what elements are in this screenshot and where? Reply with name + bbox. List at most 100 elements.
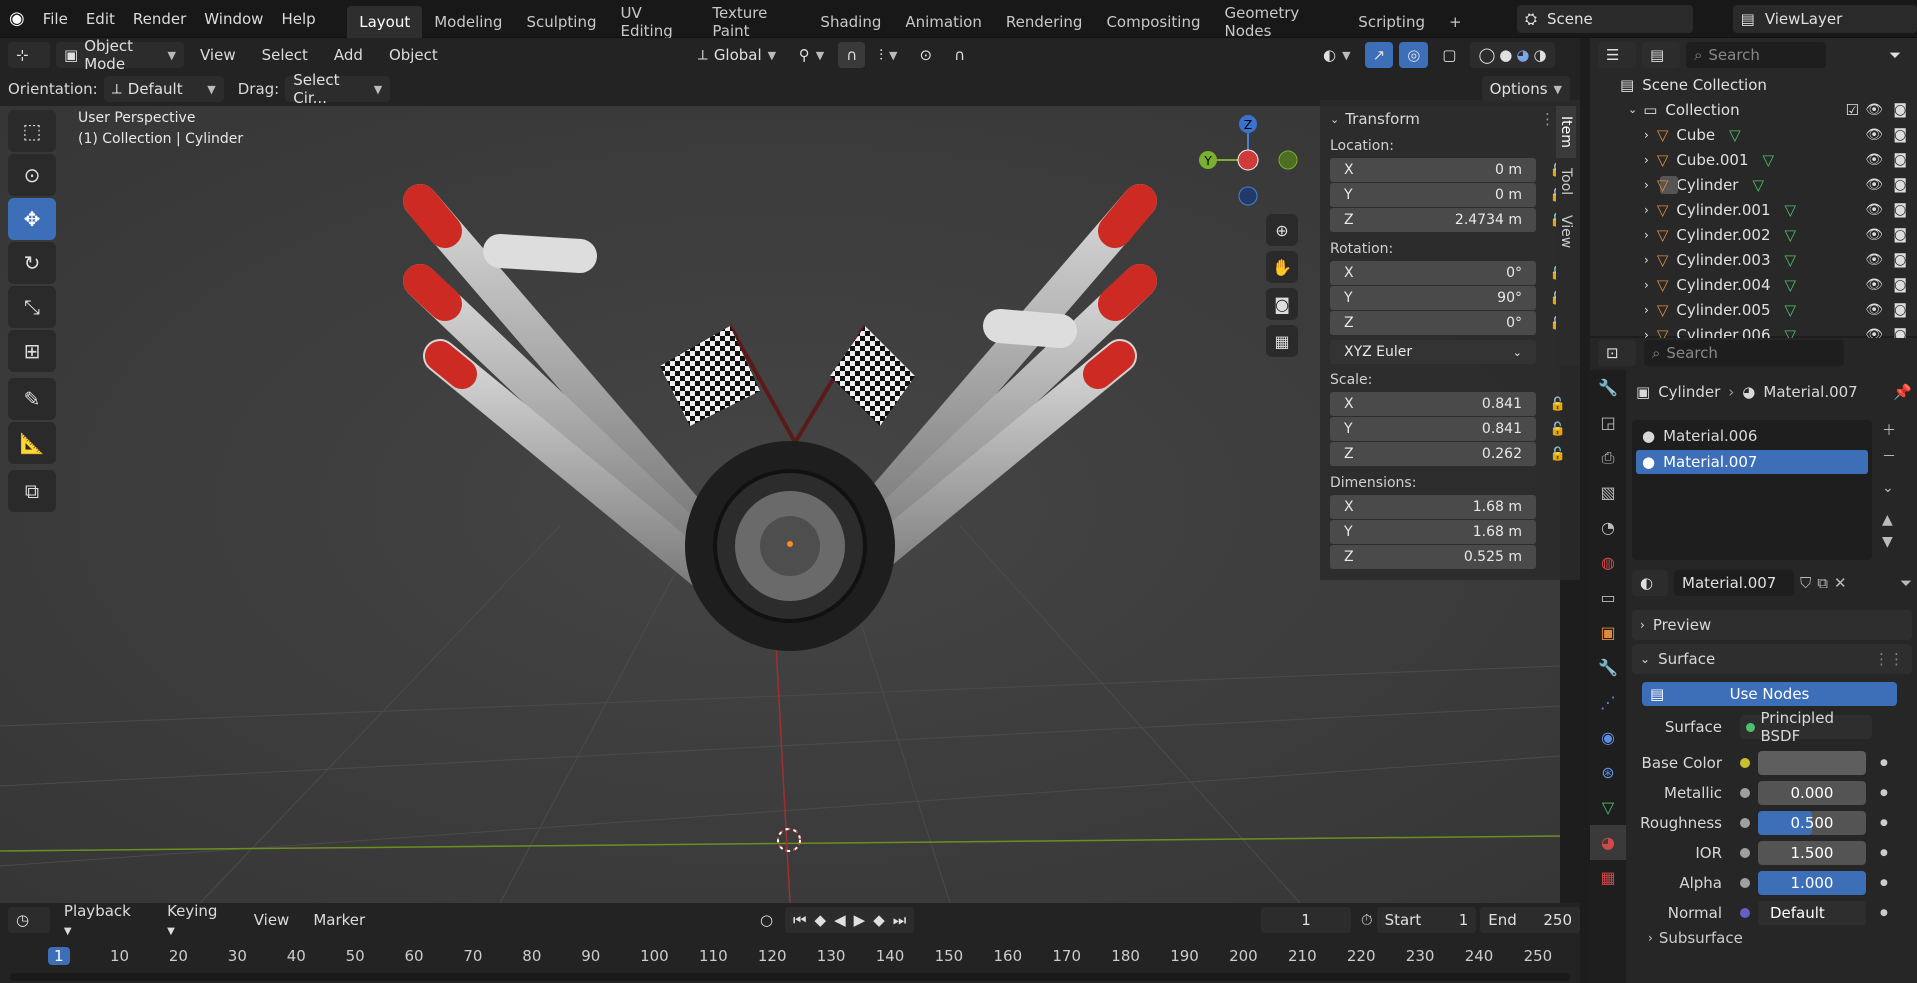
fake-user-shield-icon[interactable]: ⛉ — [1800, 574, 1811, 592]
material-slot[interactable]: ● Material.007 — [1636, 450, 1868, 474]
overlay-toggle[interactable]: ◎ — [1399, 42, 1429, 68]
socket-dot[interactable] — [1740, 878, 1750, 888]
eye-icon[interactable]: 👁 — [1865, 202, 1883, 218]
options-dropdown[interactable]: Options ▼ — [1481, 76, 1570, 102]
timeline-scrollbar[interactable] — [10, 973, 1570, 981]
slot-specials-icon[interactable]: ⌄ — [1882, 480, 1896, 496]
keyframe-dot-icon[interactable]: ● — [1880, 878, 1888, 888]
outliner-item[interactable]: › ▽ Cylinder.001 ▽ 👁 ◙ — [1590, 197, 1917, 222]
measure-tool-icon[interactable]: 📐 — [8, 422, 56, 464]
scale-z-field[interactable]: Z 0.262 — [1330, 442, 1536, 466]
tab-shading[interactable]: Shading — [808, 6, 893, 38]
scale-x-field[interactable]: X 0.841 — [1330, 392, 1536, 416]
collection-row[interactable]: ⌄ ▭ Collection ☑ 👁 ◙ — [1590, 97, 1917, 122]
select-box-icon[interactable]: ⬚ — [8, 110, 56, 152]
mode-dropdown[interactable]: ▣ Object Mode ▼ — [56, 37, 184, 73]
shading-modes[interactable]: ◯ ● ◕ ◑ — [1470, 42, 1555, 68]
filter-dropdown[interactable]: ⏷ — [1881, 42, 1909, 68]
proportional-edit-toggle[interactable]: ⊙ — [911, 42, 940, 68]
snap-target-dropdown[interactable]: ⫶ ▼ — [871, 42, 905, 68]
keyframe-dot-icon[interactable]: ● — [1880, 818, 1888, 828]
mesh-data-icon[interactable]: ▽ — [1785, 301, 1797, 319]
drag-dropdown[interactable]: Select Cir... ▼ — [285, 71, 391, 107]
socket-dot[interactable] — [1740, 908, 1750, 918]
param-value-field[interactable]: 1.000 — [1758, 871, 1866, 895]
menu-select[interactable]: Select — [252, 46, 318, 64]
subsurface-panel-header[interactable]: › Subsurface — [1632, 928, 1912, 948]
navigation-gizmo[interactable]: Z Y — [1190, 106, 1310, 214]
render-camera-icon[interactable]: ◙ — [1893, 127, 1907, 143]
snap-toggle[interactable]: ∩ — [838, 42, 866, 68]
material-shading-icon[interactable]: ◕ — [1516, 46, 1529, 64]
material-tab-icon[interactable]: ◕ — [1590, 825, 1626, 860]
particles-tab-icon[interactable]: ⋰ — [1590, 685, 1626, 720]
scale-tool-icon[interactable]: ⤡ — [8, 286, 56, 328]
xray-toggle[interactable]: ▢ — [1434, 42, 1464, 68]
mesh-data-icon[interactable]: ▽ — [1785, 226, 1797, 244]
rotate-tool-icon[interactable]: ↻ — [8, 242, 56, 284]
object-tab-icon[interactable]: ▣ — [1590, 615, 1626, 650]
menu-object[interactable]: Object — [379, 46, 448, 64]
outliner-editor-type[interactable]: ☰ — [1598, 42, 1636, 68]
wireframe-shading-icon[interactable]: ◯ — [1478, 46, 1495, 64]
outliner-search-input[interactable]: ⌕ Search — [1686, 42, 1826, 68]
param-value-field[interactable]: Default — [1758, 901, 1866, 925]
material-slot[interactable]: ● Material.006 — [1636, 424, 1868, 448]
mesh-data-icon[interactable]: ▽ — [1763, 151, 1775, 169]
render-tab-icon[interactable]: ◲ — [1590, 405, 1626, 440]
outliner-item[interactable]: › ▽ Cylinder.003 ▽ 👁 ◙ — [1590, 247, 1917, 272]
menu-window[interactable]: Window — [195, 0, 272, 38]
transform-orientation-dropdown[interactable]: ⟂ Global ▼ — [690, 42, 785, 68]
tab-rendering[interactable]: Rendering — [994, 6, 1095, 38]
eye-icon[interactable]: 👁 — [1865, 252, 1883, 268]
view-layer-selector[interactable]: ▤ ViewLayer — [1732, 4, 1917, 33]
grid-perspective-icon[interactable]: ▦ — [1266, 325, 1298, 357]
scale-y-field[interactable]: Y 0.841 — [1330, 417, 1536, 441]
drag-handle-icon[interactable]: ⋮⋮ — [1874, 650, 1904, 668]
texture-tab-icon[interactable]: ▦ — [1590, 860, 1626, 895]
eye-icon[interactable]: 👁 — [1865, 152, 1883, 168]
location-z-field[interactable]: Z 2.4734 m — [1330, 208, 1536, 232]
unlink-material-icon[interactable]: ✕ — [1834, 574, 1847, 592]
mesh-data-icon[interactable]: ▽ — [1785, 251, 1797, 269]
mesh-data-icon[interactable]: ▽ — [1752, 176, 1764, 194]
surface-panel-header[interactable]: ⌄ Surface ⋮⋮ — [1632, 644, 1912, 674]
pivot-dropdown[interactable]: ⚲ ▼ — [791, 42, 832, 68]
move-down-icon[interactable]: ▼ — [1882, 534, 1896, 550]
tab-texture-paint[interactable]: Texture Paint — [700, 4, 808, 40]
data-tab-icon[interactable]: ▽ — [1590, 790, 1626, 825]
socket-dot[interactable] — [1740, 818, 1750, 828]
scene-tab-icon[interactable]: ◔ — [1590, 510, 1626, 545]
location-y-field[interactable]: Y 0 m — [1330, 183, 1536, 207]
render-camera-icon[interactable]: ◙ — [1893, 202, 1907, 218]
tab-view[interactable]: View — [1556, 205, 1576, 258]
transform-header[interactable]: ⌄ Transform ⋮⋮ — [1330, 108, 1570, 130]
tab-uv-editing[interactable]: UV Editing — [609, 4, 701, 40]
browse-material-dropdown[interactable]: ◐ — [1632, 570, 1668, 596]
rotation-x-field[interactable]: X 0° — [1330, 261, 1536, 285]
render-camera-icon[interactable]: ◙ — [1893, 277, 1907, 293]
surface-shader-dropdown[interactable]: Principled BSDF — [1740, 709, 1872, 745]
outliner-item[interactable]: › ▽ Cylinder.005 ▽ 👁 ◙ — [1590, 297, 1917, 322]
tab-item[interactable]: Item — [1556, 106, 1576, 158]
socket-dot[interactable] — [1740, 788, 1750, 798]
render-camera-icon[interactable]: ◙ — [1893, 302, 1907, 318]
preview-panel-header[interactable]: › Preview — [1632, 610, 1912, 640]
outliner-item[interactable]: › ▽ Cylinder.004 ▽ 👁 ◙ — [1590, 272, 1917, 297]
add-workspace-button[interactable]: + — [1437, 6, 1474, 38]
orientation-dropdown[interactable]: ⟂ Default ▼ — [103, 76, 224, 102]
eye-icon[interactable]: 👁 — [1865, 102, 1883, 118]
lock-icon[interactable]: 🔓 — [1548, 447, 1568, 462]
lock-icon[interactable]: 🔓 — [1548, 397, 1568, 412]
render-camera-icon[interactable]: ◙ — [1893, 177, 1907, 193]
eye-icon[interactable]: 👁 — [1865, 277, 1883, 293]
tab-sculpting[interactable]: Sculpting — [514, 6, 608, 38]
mesh-data-icon[interactable]: ▽ — [1785, 201, 1797, 219]
scene-collection-row[interactable]: ▤ Scene Collection — [1590, 72, 1917, 97]
keyframe-dot-icon[interactable]: ● — [1880, 908, 1888, 918]
blender-logo-icon[interactable]: ◉ — [0, 0, 34, 38]
eye-icon[interactable]: 👁 — [1865, 302, 1883, 318]
keyframe-dot-icon[interactable]: ● — [1880, 758, 1888, 768]
eye-icon[interactable]: 👁 — [1865, 227, 1883, 243]
menu-file[interactable]: File — [34, 0, 77, 38]
